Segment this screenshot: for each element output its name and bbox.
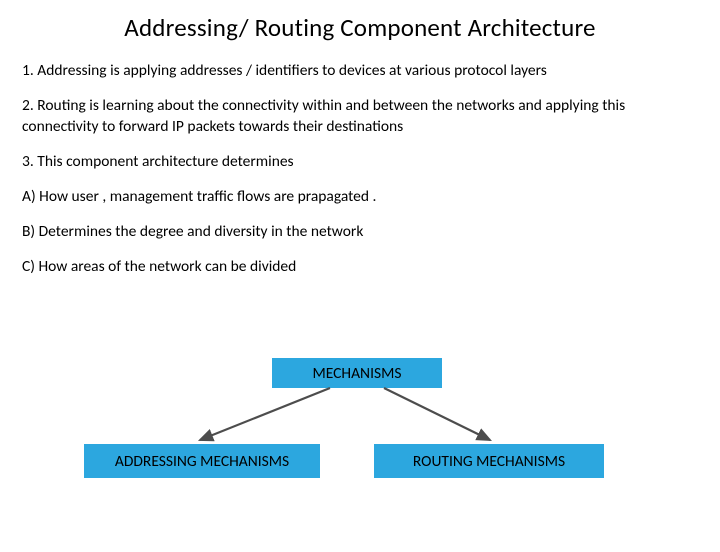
box-addressing-mechanisms: ADDRESSING MECHANISMS	[84, 444, 320, 478]
para-3: 3. This component architecture determine…	[22, 152, 698, 173]
para-1: 1. Addressing is applying addresses / id…	[22, 61, 698, 82]
para-b: B) Determines the degree and diversity i…	[22, 222, 698, 243]
box-mechanisms: MECHANISMS	[272, 358, 442, 388]
content-block: 1. Addressing is applying addresses / id…	[0, 61, 720, 277]
para-2: 2. Routing is learning about the connect…	[22, 96, 698, 138]
para-c: C) How areas of the network can be divid…	[22, 257, 698, 278]
page-title: Addressing/ Routing Component Architectu…	[0, 12, 720, 43]
box-routing-mechanisms: ROUTING MECHANISMS	[374, 444, 604, 478]
para-a: A) How user , management traffic flows a…	[22, 187, 698, 208]
mechanisms-diagram: MECHANISMS ADDRESSING MECHANISMS ROUTING…	[0, 358, 720, 528]
